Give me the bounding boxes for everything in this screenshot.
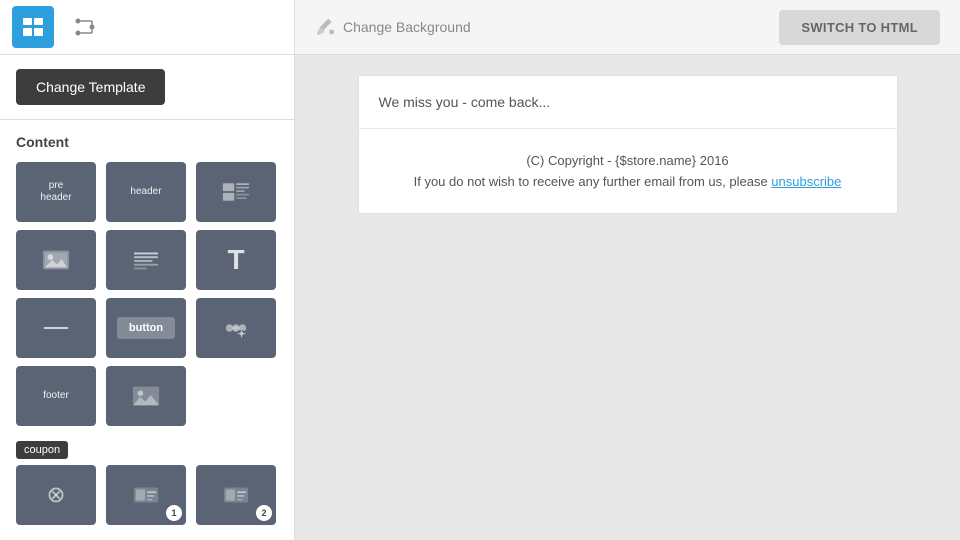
unsubscribe-link[interactable]: unsubscribe	[771, 174, 841, 189]
email-canvas: We miss you - come back... (C) Copyright…	[295, 55, 960, 540]
button-preview-icon: button	[117, 317, 175, 339]
email-unsub-line: If you do not wish to receive any furthe…	[379, 174, 877, 189]
coupon-2-badge: 2	[256, 505, 272, 521]
change-template-section: Change Template	[0, 55, 294, 120]
block-image-text[interactable]	[196, 162, 276, 222]
coupon-1-icon	[132, 481, 160, 509]
block-text-T[interactable]: T	[196, 230, 276, 290]
sidebar: Change Template Content preheader header	[0, 0, 295, 540]
block-image-link[interactable]	[106, 366, 186, 426]
image-link-icon	[132, 382, 160, 410]
tab-content[interactable]	[12, 6, 54, 48]
unsub-text: If you do not wish to receive any furthe…	[414, 174, 772, 189]
content-heading: Content	[16, 134, 278, 150]
email-copyright: (C) Copyright - {$store.name} 2016	[379, 153, 877, 168]
content-grid: preheader header	[16, 162, 278, 426]
block-social[interactable]	[196, 298, 276, 358]
change-background-button[interactable]: Change Background	[315, 17, 471, 37]
preview-text-content: We miss you - come back...	[379, 94, 551, 110]
coupon-main-icon	[42, 481, 70, 509]
block-header[interactable]: header	[106, 162, 186, 222]
text-lines-icon	[132, 246, 160, 274]
text-T-icon: T	[227, 246, 244, 274]
sidebar-tabs	[0, 0, 294, 55]
coupon-tag: coupon	[16, 441, 68, 459]
block-text-lines[interactable]	[106, 230, 186, 290]
social-icon	[222, 314, 250, 342]
change-template-button[interactable]: Change Template	[16, 69, 165, 105]
tab-settings[interactable]	[64, 6, 106, 48]
content-section: Content preheader header	[0, 120, 294, 540]
coupon-2-icon	[222, 481, 250, 509]
coupon-1-badge: 1	[166, 505, 182, 521]
image-text-icon	[222, 178, 250, 206]
change-bg-label: Change Background	[343, 19, 471, 35]
email-body: We miss you - come back... (C) Copyright…	[358, 75, 898, 214]
paint-bucket-icon	[315, 17, 335, 37]
email-footer-area: (C) Copyright - {$store.name} 2016 If yo…	[359, 129, 897, 213]
block-button[interactable]: button	[106, 298, 186, 358]
main-toolbar: Change Background SWITCH TO HTML	[295, 0, 960, 55]
block-divider[interactable]	[16, 298, 96, 358]
divider-icon	[42, 314, 70, 342]
main-area: Change Background SWITCH TO HTML We miss…	[295, 0, 960, 540]
block-image[interactable]	[16, 230, 96, 290]
block-coupon-main[interactable]	[16, 465, 96, 525]
email-preview-text: We miss you - come back...	[359, 76, 897, 129]
block-pre-header[interactable]: preheader	[16, 162, 96, 222]
block-coupon-1[interactable]: 1	[106, 465, 186, 525]
block-footer[interactable]: footer	[16, 366, 96, 426]
block-coupon-2[interactable]: 2	[196, 465, 276, 525]
coupon-section: coupon	[16, 440, 278, 525]
coupon-grid: 1 2	[16, 465, 278, 525]
switch-to-html-button[interactable]: SWITCH TO HTML	[779, 10, 940, 45]
image-icon	[42, 246, 70, 274]
